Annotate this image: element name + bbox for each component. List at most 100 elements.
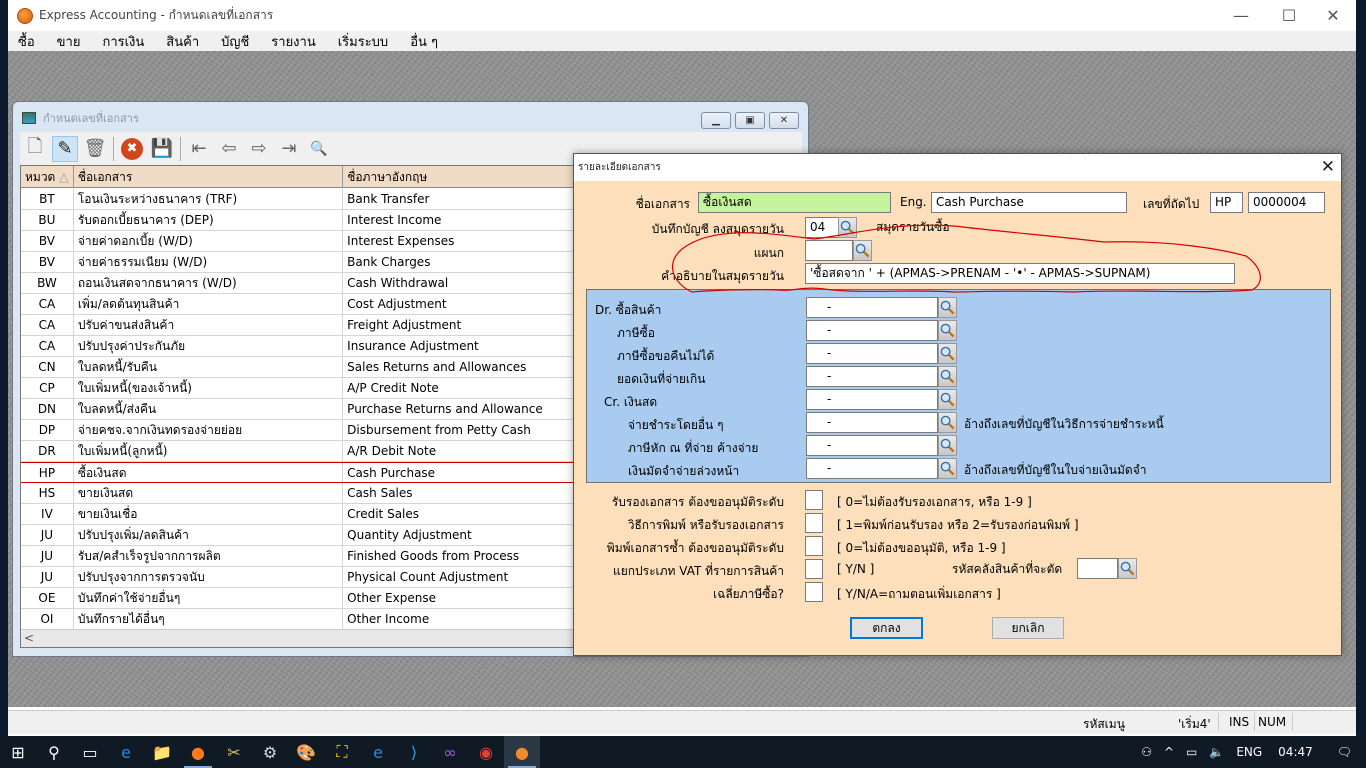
- menu-reports[interactable]: รายงาน: [271, 31, 315, 52]
- option-label: เฉลี่ยภาษีซื้อ?: [713, 587, 784, 601]
- status-divider: [1254, 713, 1255, 731]
- option-value-input[interactable]: [805, 490, 823, 510]
- save-icon[interactable]: 💾: [149, 136, 175, 162]
- express-accounting-icon[interactable]: ●: [504, 736, 540, 768]
- search-icon[interactable]: ⚲: [36, 736, 72, 768]
- account-lookup-button[interactable]: [938, 435, 957, 456]
- magnifier-icon: [1120, 561, 1135, 576]
- account-number-input[interactable]: -: [806, 389, 938, 410]
- menu-setup[interactable]: เริ่มระบบ: [338, 31, 388, 52]
- account-number-input[interactable]: -: [806, 366, 938, 387]
- network-tool-icon[interactable]: ⛶: [324, 736, 360, 768]
- warehouse-lookup-button[interactable]: [1118, 558, 1137, 579]
- edge-icon[interactable]: e: [108, 736, 144, 768]
- cancel-icon[interactable]: ✖: [119, 136, 145, 162]
- firefox-icon[interactable]: ●: [180, 736, 216, 768]
- menu-bar: ซื้อ ขาย การเงิน สินค้า บัญชี รายงาน เริ…: [8, 31, 1356, 51]
- child-minimize-button[interactable]: ▁: [701, 112, 731, 129]
- account-lookup-button[interactable]: [938, 412, 957, 433]
- close-button[interactable]: ✕: [1310, 0, 1356, 31]
- minimize-button[interactable]: —: [1218, 0, 1264, 31]
- doc-name-input[interactable]: ซื้อเงินสด: [698, 192, 891, 213]
- volume-icon[interactable]: 🔈: [1209, 745, 1224, 759]
- scroll-left-icon[interactable]: <: [24, 631, 34, 645]
- menu-sales[interactable]: ขาย: [57, 31, 81, 52]
- account-number-input[interactable]: -: [806, 343, 938, 364]
- task-view-icon[interactable]: ▭: [72, 736, 108, 768]
- option-value-input[interactable]: [805, 536, 823, 556]
- department-input[interactable]: [805, 240, 853, 261]
- option-value-input[interactable]: [805, 582, 823, 602]
- account-number-input[interactable]: -: [806, 412, 938, 433]
- dialog-close-button[interactable]: ✕: [1321, 157, 1335, 177]
- account-lookup-button[interactable]: [938, 389, 957, 410]
- account-lookup-button[interactable]: [938, 297, 957, 318]
- file-explorer-icon[interactable]: 📁: [144, 736, 180, 768]
- delete-trash-icon[interactable]: 🗑: [82, 136, 108, 162]
- internet-explorer-icon[interactable]: e: [360, 736, 396, 768]
- account-lookup-button[interactable]: [938, 320, 957, 341]
- warehouse-input[interactable]: [1077, 558, 1118, 579]
- row-code: HP: [21, 463, 74, 482]
- row-code: IV: [21, 504, 74, 524]
- people-icon[interactable]: ⚇: [1141, 745, 1152, 759]
- account-number-input[interactable]: -: [806, 320, 938, 341]
- menu-purchase[interactable]: ซื้อ: [18, 31, 35, 52]
- account-number-input[interactable]: -: [806, 435, 938, 456]
- account-number-input[interactable]: -: [806, 297, 938, 318]
- row-code: DR: [21, 441, 74, 461]
- input-language[interactable]: ENG: [1236, 745, 1262, 759]
- vscode-icon[interactable]: ⟩: [396, 736, 432, 768]
- journal-code-input[interactable]: 04: [805, 217, 839, 238]
- column-header-category[interactable]: หมวด △: [21, 166, 74, 187]
- account-number-input[interactable]: -: [806, 458, 938, 479]
- new-document-icon[interactable]: 🗋: [22, 136, 48, 162]
- menu-others[interactable]: อื่น ๆ: [410, 31, 438, 52]
- account-lookup-button[interactable]: [938, 343, 957, 364]
- child-close-button[interactable]: ✕: [769, 112, 799, 129]
- paint-icon[interactable]: 🎨: [288, 736, 324, 768]
- child-title-bar: กำหนดเลขที่เอกสาร: [13, 102, 808, 134]
- menu-accounts[interactable]: บัญชี: [221, 31, 249, 52]
- show-hidden-icons-chevron-icon[interactable]: ^: [1164, 745, 1174, 759]
- next-prefix-input[interactable]: HP: [1210, 192, 1243, 213]
- chrome-icon[interactable]: ◉: [468, 736, 504, 768]
- row-code: CA: [21, 294, 74, 314]
- account-lookup-button[interactable]: [938, 458, 957, 479]
- notifications-icon[interactable]: 🗨: [1337, 745, 1352, 759]
- ok-button[interactable]: ตกลง: [850, 617, 923, 639]
- column-header-doc-name[interactable]: ชื่อเอกสาร: [74, 166, 344, 187]
- child-restore-button[interactable]: ▣: [735, 112, 765, 129]
- eng-name-input[interactable]: Cash Purchase: [931, 192, 1127, 213]
- document-details-dialog: รายละเอียดเอกสาร ✕ ชื่อเอกสาร ซื้อเงินสด…: [573, 153, 1342, 656]
- option-value-input[interactable]: [805, 559, 823, 579]
- menu-finance[interactable]: การเงิน: [102, 31, 144, 52]
- menu-inventory[interactable]: สินค้า: [166, 31, 199, 52]
- clock[interactable]: 04:47: [1278, 745, 1313, 759]
- row-doc-name: โอนเงินระหว่างธนาคาร (TRF): [74, 189, 344, 209]
- first-record-icon[interactable]: ⇤: [186, 136, 212, 162]
- child-window-title: กำหนดเลขที่เอกสาร: [43, 112, 139, 125]
- next-record-icon[interactable]: ⇨: [246, 136, 272, 162]
- edit-icon[interactable]: ✎: [52, 135, 78, 162]
- row-code: DN: [21, 399, 74, 419]
- account-lookup-button[interactable]: [938, 366, 957, 387]
- previous-record-icon[interactable]: ⇦: [216, 136, 242, 162]
- taskbar-apps: ⊞ ⚲ ▭ e 📁 ● ✂ ⚙ 🎨 ⛶ e ⟩ ∞ ◉ ●: [0, 736, 540, 768]
- visual-studio-icon[interactable]: ∞: [432, 736, 468, 768]
- window-icon: [22, 112, 36, 124]
- journal-lookup-button[interactable]: [838, 217, 857, 238]
- start-icon[interactable]: ⊞: [0, 736, 36, 768]
- last-record-icon[interactable]: ⇥: [276, 136, 302, 162]
- next-number-input[interactable]: 0000004: [1248, 192, 1325, 213]
- windows-taskbar: ⊞ ⚲ ▭ e 📁 ● ✂ ⚙ 🎨 ⛶ e ⟩ ∞ ◉ ● ⚇ ^ ▭ 🔈 ENG 04:47 🗨: [0, 736, 1366, 768]
- option-value-input[interactable]: [805, 513, 823, 533]
- search-icon[interactable]: 🔍: [306, 136, 332, 162]
- snipping-tool-icon[interactable]: ✂: [216, 736, 252, 768]
- settings-icon[interactable]: ⚙: [252, 736, 288, 768]
- battery-icon[interactable]: ▭: [1186, 745, 1197, 759]
- maximize-button[interactable]: ☐: [1266, 0, 1312, 31]
- department-lookup-button[interactable]: [853, 240, 872, 261]
- cancel-button[interactable]: ยกเลิก: [992, 617, 1064, 639]
- journal-description-input[interactable]: 'ซื้อสดจาก ' + (APMAS->PRENAM - '•' - AP…: [805, 263, 1235, 284]
